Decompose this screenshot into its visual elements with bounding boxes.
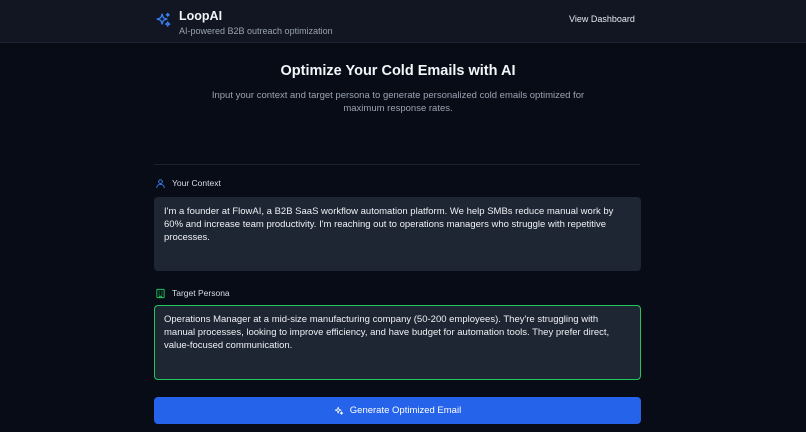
brand-tagline: AI-powered B2B outreach optimization	[179, 26, 333, 36]
building-icon	[156, 288, 165, 299]
section-divider	[154, 164, 640, 165]
brand[interactable]: LoopAI AI-powered B2B outreach optimizat…	[155, 9, 333, 37]
generate-button-label: Generate Optimized Email	[349, 405, 462, 416]
context-textarea[interactable]: I'm a founder at FlowAI, a B2B SaaS work…	[154, 197, 641, 271]
sparkles-icon	[334, 406, 343, 415]
app-header: LoopAI AI-powered B2B outreach optimizat…	[0, 0, 806, 43]
persona-label: Target Persona	[155, 288, 230, 299]
user-icon	[156, 179, 165, 189]
page-subtitle: Input your context and target persona to…	[211, 90, 585, 114]
page-title: Optimize Your Cold Emails with AI	[280, 63, 516, 79]
context-label: Your Context	[155, 178, 221, 189]
persona-textarea[interactable]: Operations Manager at a mid-size manufac…	[154, 305, 641, 380]
brand-name: LoopAI	[179, 9, 223, 23]
context-label-text: Your Context	[172, 178, 221, 188]
brand-text: LoopAI AI-powered B2B outreach optimizat…	[179, 9, 333, 37]
persona-label-text: Target Persona	[172, 288, 230, 298]
generate-email-button[interactable]: Generate Optimized Email	[154, 397, 641, 424]
view-dashboard-link[interactable]: View Dashboard	[569, 13, 635, 25]
sparkles-icon	[156, 12, 171, 27]
